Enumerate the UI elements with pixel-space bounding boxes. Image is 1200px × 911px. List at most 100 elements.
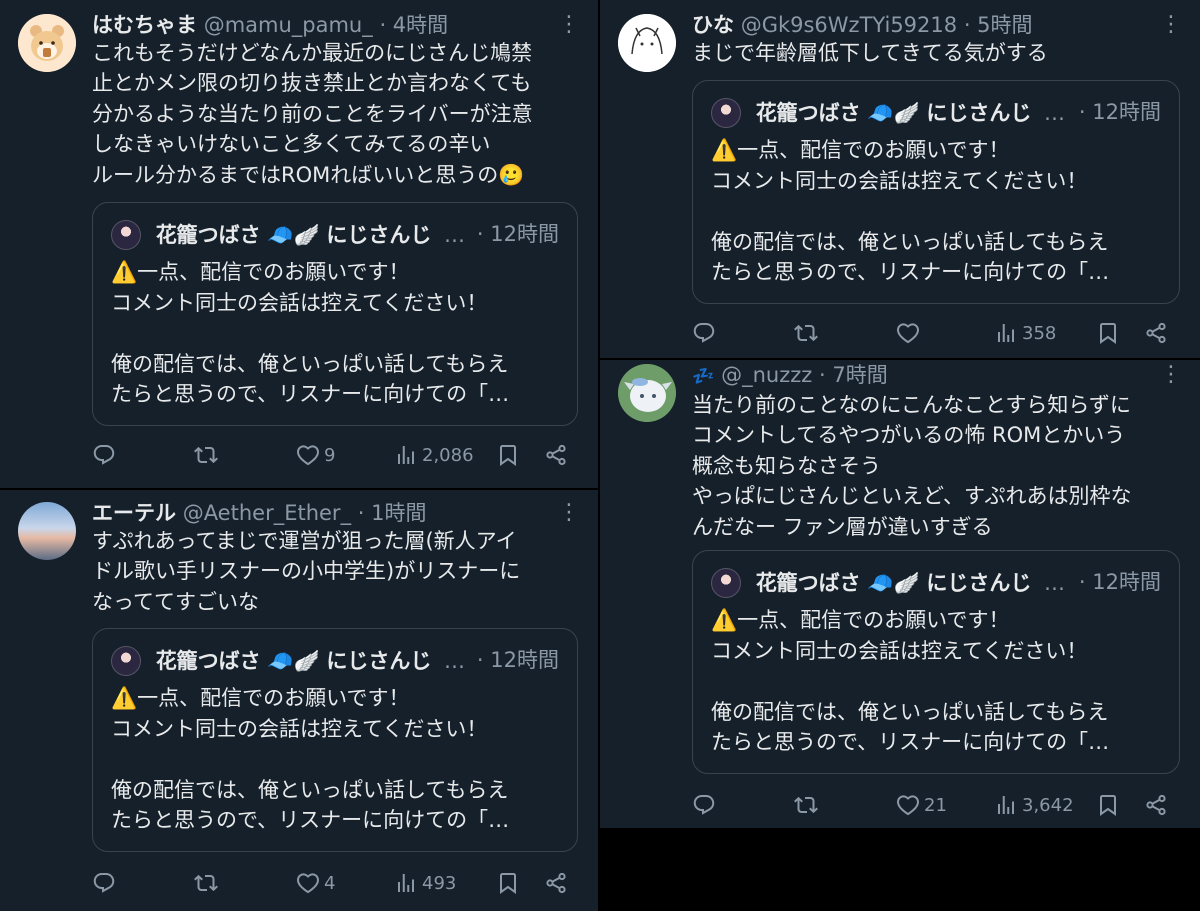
retweet-icon (194, 871, 218, 895)
avatar[interactable] (618, 364, 676, 422)
retweet-icon (794, 321, 818, 345)
bookmark-icon (1096, 321, 1120, 345)
tweet-actions: 9 2,086 (92, 440, 578, 470)
share-icon (1144, 321, 1168, 345)
quoted-tweet-text: ⚠️一点、配信でのお願いです！ コメント同士の会話は控えてください！ 俺の配信で… (711, 608, 1110, 755)
quoted-display-name: 花籠つばさ (755, 101, 861, 125)
quoted-name-suffix: にじさんじ (326, 649, 432, 673)
display-name[interactable]: エーテル (92, 501, 176, 525)
tweet-text: 当たり前のことなのにこんなことすら知らずに コメントしてるやつがいるの怖 ROM… (692, 393, 1132, 539)
name-truncation: … (1044, 571, 1066, 595)
display-name[interactable]: はむちゃま (92, 13, 197, 37)
reply-button[interactable] (692, 318, 716, 348)
user-handle[interactable]: @_nuzzz (721, 363, 812, 387)
quoted-tweet[interactable]: 花籠つばさ 🧢🪽 にじさんじ … · 12時間 ⚠️一点、配信でのお願いです！ … (692, 80, 1180, 304)
timestamp[interactable]: · 1時間 (358, 501, 427, 525)
tweet-card[interactable]: ひな @Gk9s6WzTYi59218 · 5時間 ⋮ まじで年齢層低下してきて… (600, 0, 1200, 358)
quoted-tweet-header: 花籠つばさ 🧢🪽 にじさんじ … · 12時間 (111, 643, 563, 677)
user-handle[interactable]: @Aether_Ether_ (183, 501, 351, 525)
quoted-timestamp: · 12時間 (476, 222, 559, 246)
name-truncation: … (444, 649, 466, 673)
tweet-text: すぷれあってまじで運営が狙った層(新人アイ ドル歌い手リスナーの小中学生)がリス… (92, 529, 521, 614)
quoted-timestamp: · 12時間 (476, 648, 559, 672)
retweet-button[interactable] (194, 440, 218, 470)
timestamp[interactable]: · 7時間 (819, 363, 888, 387)
view-count: 3,642 (1022, 794, 1074, 816)
heart-icon (896, 793, 920, 817)
avatar[interactable] (18, 14, 76, 72)
tweet-actions: 358 (692, 318, 1180, 348)
avatar[interactable] (618, 14, 676, 72)
view-count: 358 (1022, 322, 1057, 344)
like-button[interactable]: 9 (296, 440, 335, 470)
bookmark-button[interactable] (1096, 790, 1120, 820)
quoted-avatar (711, 568, 741, 598)
like-button[interactable]: 4 (296, 868, 335, 898)
tweet-text: これもそうだけどなんか最近のにじさんじ鳩禁 止とかメン限の切り抜き禁止とか言わな… (92, 41, 533, 187)
user-handle[interactable]: @mamu_pamu_ (204, 13, 373, 37)
user-handle[interactable]: @Gk9s6WzTYi59218 (741, 13, 957, 37)
retweet-button[interactable] (194, 868, 218, 898)
tweet-card[interactable]: 💤 @_nuzzz · 7時間 ⋮ 当たり前のことなのにこんなことすら知らずに … (600, 360, 1200, 828)
bookmark-icon (496, 871, 520, 895)
reply-icon (692, 793, 716, 817)
views-icon (394, 871, 418, 895)
share-button[interactable] (1144, 318, 1168, 348)
quoted-tweet[interactable]: 花籠つばさ 🧢🪽 にじさんじ … · 12時間 ⚠️一点、配信でのお願いです！ … (92, 628, 578, 852)
retweet-button[interactable] (794, 318, 818, 348)
reply-button[interactable] (692, 790, 716, 820)
bookmark-button[interactable] (496, 440, 520, 470)
timestamp[interactable]: · 5時間 (964, 13, 1033, 37)
name-truncation: … (444, 223, 466, 247)
heart-icon (296, 871, 320, 895)
tweet-card[interactable]: はむちゃま @mamu_pamu_ · 4時間 ⋮ これもそうだけどなんか最近の… (0, 0, 598, 488)
retweet-icon (194, 443, 218, 467)
bookmark-icon (496, 443, 520, 467)
quoted-name-suffix: にじさんじ (926, 101, 1032, 125)
share-icon (544, 443, 568, 467)
quoted-tweet-header: 花籠つばさ 🧢🪽 にじさんじ … · 12時間 (711, 565, 1165, 599)
reply-icon (92, 871, 116, 895)
quoted-tweet-text: ⚠️一点、配信でのお願いです！ コメント同士の会話は控えてください！ 俺の配信で… (111, 686, 510, 833)
more-options-icon[interactable]: ⋮ (1160, 14, 1182, 38)
cap-wing-emoji-icon: 🧢🪽 (267, 649, 320, 673)
views-button[interactable]: 3,642 (994, 790, 1074, 820)
reply-button[interactable] (92, 440, 116, 470)
tweet-header: はむちゃま @mamu_pamu_ · 4時間 (92, 10, 558, 40)
timestamp[interactable]: · 4時間 (379, 13, 448, 37)
tweet-header: ひな @Gk9s6WzTYi59218 · 5時間 (692, 10, 1160, 40)
bookmark-button[interactable] (496, 868, 520, 898)
tweet-card[interactable]: エーテル @Aether_Ether_ · 1時間 ⋮ すぷれあってまじで運営が… (0, 490, 598, 911)
share-icon (1144, 793, 1168, 817)
like-button[interactable]: 21 (896, 790, 947, 820)
heart-icon (896, 321, 920, 345)
views-button[interactable]: 2,086 (394, 440, 474, 470)
retweet-button[interactable] (794, 790, 818, 820)
views-button[interactable]: 493 (394, 868, 456, 898)
like-button[interactable] (896, 318, 924, 348)
more-options-icon[interactable]: ⋮ (1160, 364, 1182, 388)
quoted-avatar (711, 98, 741, 128)
name-truncation: … (1044, 101, 1066, 125)
tweet-actions: 4 493 (92, 868, 578, 898)
avatar[interactable] (18, 502, 76, 560)
tweet-actions: 21 3,642 (692, 790, 1180, 820)
views-icon (994, 321, 1018, 345)
quoted-tweet[interactable]: 花籠つばさ 🧢🪽 にじさんじ … · 12時間 ⚠️一点、配信でのお願いです！ … (92, 202, 578, 426)
quoted-avatar (111, 646, 141, 676)
share-button[interactable] (544, 868, 568, 898)
share-button[interactable] (1144, 790, 1168, 820)
view-count: 493 (422, 872, 457, 894)
bookmark-button[interactable] (1096, 318, 1120, 348)
sketch-character-avatar-icon (618, 14, 676, 72)
display-name[interactable]: ひな (692, 13, 734, 37)
more-options-icon[interactable]: ⋮ (558, 502, 580, 526)
more-options-icon[interactable]: ⋮ (558, 14, 580, 38)
share-button[interactable] (544, 440, 568, 470)
reply-button[interactable] (92, 868, 116, 898)
display-name[interactable]: 💤 (692, 366, 714, 387)
views-button[interactable]: 358 (994, 318, 1056, 348)
quoted-tweet[interactable]: 花籠つばさ 🧢🪽 にじさんじ … · 12時間 ⚠️一点、配信でのお願いです！ … (692, 550, 1180, 774)
like-count: 21 (924, 794, 947, 816)
views-icon (394, 443, 418, 467)
